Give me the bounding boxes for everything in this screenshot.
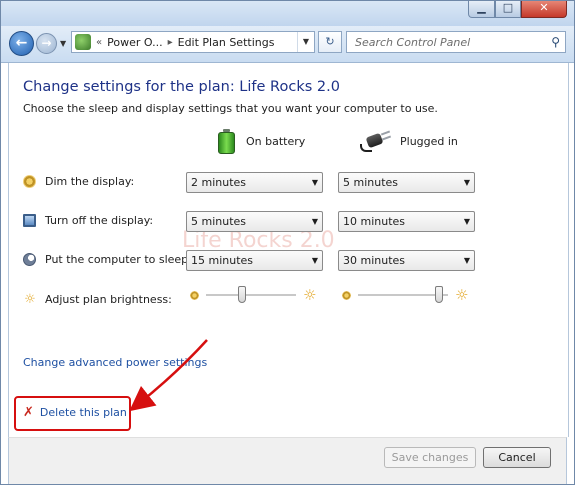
turn-off-display-battery-select[interactable]: 5 minutes ▼ <box>186 211 323 232</box>
page-title: Change settings for the plan: Life Rocks… <box>23 79 340 95</box>
brightness-plugged-slider[interactable]: ☼ <box>342 285 468 305</box>
dim-display-battery-select[interactable]: 2 minutes ▼ <box>186 172 323 193</box>
setting-label: Turn off the display: <box>45 214 154 227</box>
breadcrumb-separator[interactable]: ▸ <box>168 37 173 48</box>
breadcrumb[interactable]: « Power O... ▸ Edit Plan Settings ▼ <box>71 31 315 53</box>
dropdown-arrow-icon: ▼ <box>463 178 471 187</box>
dropdown-arrow-icon: ▼ <box>463 256 471 265</box>
maximize-button[interactable]: □ <box>495 0 521 18</box>
column-label-plugged: Plugged in <box>400 134 458 148</box>
slider-thumb[interactable] <box>435 286 443 303</box>
column-header-plugged: Plugged in <box>360 129 458 153</box>
dim-display-icon <box>23 175 36 188</box>
dropdown-arrow-icon: ▼ <box>311 178 319 187</box>
setting-row-sleep: Put the computer to sleep: <box>23 253 192 266</box>
setting-row-turn-off-display: Turn off the display: <box>23 214 153 227</box>
refresh-icon: ↻ <box>325 35 335 48</box>
dim-brightness-icon <box>342 290 351 300</box>
delete-x-icon: ✗ <box>23 405 34 420</box>
forward-button[interactable]: → <box>36 33 57 54</box>
minimize-button[interactable]: ▁ <box>468 0 495 18</box>
column-header-battery: On battery <box>218 129 305 154</box>
close-button[interactable]: ✕ <box>521 0 567 18</box>
recent-pages-dropdown[interactable]: ▼ <box>60 39 66 48</box>
setting-row-brightness: ☼ Adjust plan brightness: <box>23 292 172 307</box>
cancel-button[interactable]: Cancel <box>483 447 551 468</box>
search-icon[interactable]: ⚲ <box>551 35 560 49</box>
annotation-arrow <box>129 339 208 412</box>
column-label-battery: On battery <box>246 135 306 148</box>
control-panel-icon <box>75 34 91 50</box>
search-input[interactable] <box>353 34 547 50</box>
slider-thumb[interactable] <box>238 286 246 303</box>
delete-plan-link[interactable]: ✗ Delete this plan <box>23 405 127 420</box>
slider-track[interactable] <box>358 285 448 305</box>
page-subtitle: Choose the sleep and display settings th… <box>23 102 438 115</box>
dropdown-arrow-icon: ▼ <box>463 217 471 226</box>
power-plug-icon <box>360 129 392 153</box>
bright-brightness-icon: ☼ <box>303 286 317 304</box>
back-arrow-icon: ← <box>15 35 28 51</box>
breadcrumb-item-power-options[interactable]: Power O... <box>107 36 162 49</box>
back-button[interactable]: ← <box>9 31 34 56</box>
slider-track[interactable] <box>206 285 296 305</box>
save-changes-button[interactable]: Save changes <box>384 447 476 468</box>
brightness-battery-slider[interactable]: ☼ <box>190 285 316 305</box>
sleep-battery-select[interactable]: 15 minutes ▼ <box>186 250 323 271</box>
bright-brightness-icon: ☼ <box>455 286 469 304</box>
breadcrumb-item-edit-plan[interactable]: Edit Plan Settings <box>178 36 275 49</box>
moon-icon <box>23 253 36 266</box>
setting-row-dim-display: Dim the display: <box>23 175 134 188</box>
dim-display-plugged-select[interactable]: 5 minutes ▼ <box>338 172 475 193</box>
turn-off-display-plugged-select[interactable]: 10 minutes ▼ <box>338 211 475 232</box>
sleep-plugged-select[interactable]: 30 minutes ▼ <box>338 250 475 271</box>
search-box[interactable]: ⚲ <box>346 31 566 53</box>
delete-plan-label[interactable]: Delete this plan <box>40 406 127 419</box>
setting-label: Dim the display: <box>45 175 135 188</box>
brightness-icon: ☼ <box>24 292 36 307</box>
battery-icon <box>218 129 235 154</box>
refresh-button[interactable]: ↻ <box>318 31 342 53</box>
breadcrumb-overflow[interactable]: « <box>96 37 102 48</box>
dim-brightness-icon <box>190 290 199 300</box>
forward-arrow-icon: → <box>41 36 52 50</box>
monitor-clock-icon <box>23 214 36 227</box>
dropdown-arrow-icon: ▼ <box>311 217 319 226</box>
address-dropdown[interactable]: ▼ <box>297 32 314 52</box>
setting-label: Adjust plan brightness: <box>45 293 172 306</box>
dropdown-arrow-icon: ▼ <box>311 256 319 265</box>
setting-label: Put the computer to sleep: <box>45 253 192 266</box>
